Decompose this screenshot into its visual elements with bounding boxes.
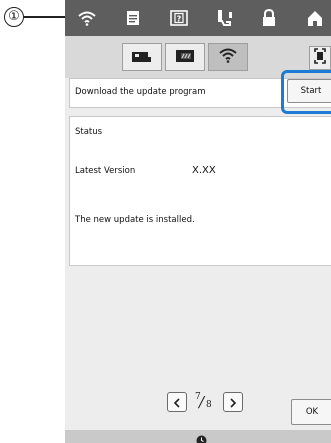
top-bar: ? (65, 0, 331, 36)
lock-icon[interactable] (257, 6, 281, 30)
machine-screen: ? Download the update program Start Stat… (65, 0, 331, 443)
next-page-button[interactable] (223, 392, 243, 412)
svg-text:?: ? (177, 15, 182, 24)
status-message: The new update is installed. (75, 215, 195, 225)
start-button[interactable]: Start (287, 79, 331, 103)
document-icon[interactable] (121, 6, 145, 30)
chevron-right-icon (229, 393, 237, 412)
wifi-icon (217, 47, 239, 67)
tab-card-settings[interactable] (165, 43, 205, 71)
page-indicator: 7 / 8 (193, 392, 215, 414)
chevron-left-icon (173, 393, 181, 412)
callout-number: ① (4, 7, 24, 27)
page: ① ? Download the update program Start St… (0, 0, 331, 443)
previous-page-button[interactable] (167, 392, 187, 412)
latest-version-label: Latest Version (75, 166, 136, 176)
clock-icon (196, 431, 207, 443)
latest-version-value: X.XX (192, 165, 216, 176)
page-total: 8 (206, 400, 212, 410)
wifi-icon[interactable] (75, 6, 99, 30)
help-icon[interactable]: ? (167, 6, 191, 30)
resize-icon (314, 48, 326, 68)
update-label: Download the update program (75, 87, 206, 97)
home-icon[interactable] (303, 6, 327, 30)
ok-button[interactable]: OK (291, 399, 331, 425)
page-slash: / (199, 393, 205, 411)
tab-machine-settings[interactable] (122, 43, 162, 71)
tab-wireless-settings[interactable] (208, 43, 248, 71)
sewing-needle-icon[interactable] (213, 6, 237, 30)
card-icon (175, 48, 195, 67)
status-panel: Status Latest Version X.XX The new updat… (69, 116, 331, 266)
status-heading: Status (75, 127, 103, 137)
machine-icon (131, 48, 153, 67)
resize-button[interactable] (309, 46, 331, 70)
bottom-bar (65, 430, 331, 443)
